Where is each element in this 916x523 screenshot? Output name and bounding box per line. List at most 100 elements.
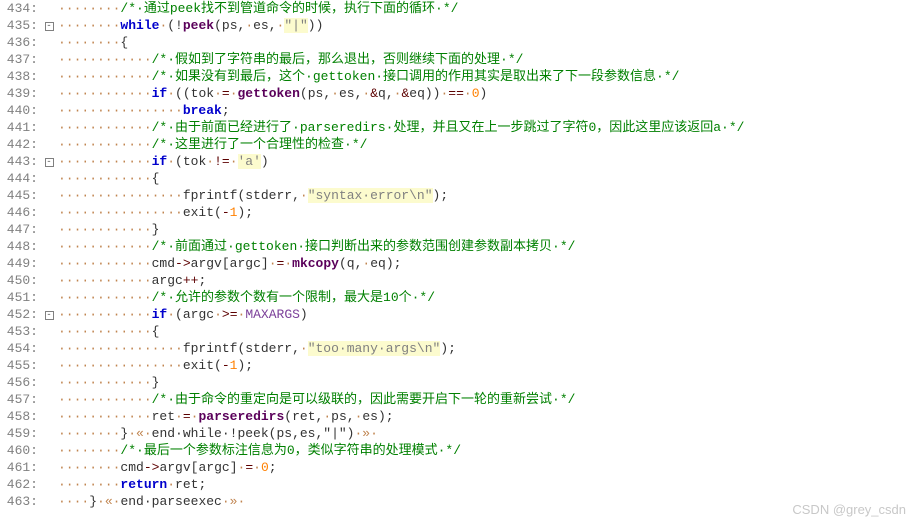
code-line[interactable]: ············/*·前面通过·gettoken·接口判断出来的参数范围…: [58, 238, 916, 255]
line-number: 441:: [0, 119, 42, 136]
token-id: tok: [191, 86, 214, 101]
token-punc: (: [175, 307, 183, 322]
indent: ········: [58, 477, 120, 492]
token-ws: ·: [245, 18, 253, 33]
token-op: ==: [448, 86, 464, 101]
fold-marker: [42, 238, 56, 255]
token-id: eq: [409, 86, 425, 101]
line-number: 462:: [0, 476, 42, 493]
indent: ········: [58, 1, 120, 16]
token-punc: }: [152, 222, 160, 237]
code-line[interactable]: ············/*·这里进行了一个合理性的检查·*/: [58, 136, 916, 153]
token-fn: gettoken: [238, 86, 300, 101]
line-number: 460:: [0, 442, 42, 459]
line-number: 448:: [0, 238, 42, 255]
code-line[interactable]: ················exit(-1);: [58, 357, 916, 374]
code-line[interactable]: ············/*·允许的参数个数有一个限制，最大是10个·*/: [58, 289, 916, 306]
fold-marker: [42, 272, 56, 289]
token-id: es: [362, 409, 378, 424]
code-line[interactable]: ············if·(tok·!=·'a'): [58, 153, 916, 170]
line-number: 435:: [0, 17, 42, 34]
code-line[interactable]: ················break;: [58, 102, 916, 119]
token-str: "too·many·args\n": [308, 341, 441, 356]
code-line[interactable]: ········/*·通过peek找不到管道命令的时候，执行下面的循环·*/: [58, 0, 916, 17]
fold-marker: [42, 357, 56, 374]
code-editor[interactable]: 434:435:436:437:438:439:440:441:442:443:…: [0, 0, 916, 510]
indent: ············: [58, 392, 152, 407]
token-id: ps: [331, 409, 347, 424]
token-ws: ·: [300, 188, 308, 203]
fold-marker[interactable]: -: [42, 306, 56, 323]
code-line[interactable]: ············}: [58, 374, 916, 391]
token-fn: mkcopy: [292, 256, 339, 271]
token-op: ++: [183, 273, 199, 288]
token-ws: ·: [300, 341, 308, 356]
fold-marker: [42, 255, 56, 272]
fold-marker[interactable]: -: [42, 153, 56, 170]
fold-gutter[interactable]: - - -: [42, 0, 56, 510]
token-punc: ;: [198, 273, 206, 288]
code-line[interactable]: ············/*·如果没有到最后，这个·gettoken·接口调用的…: [58, 68, 916, 85]
token-punc: ,: [269, 18, 277, 33]
code-line[interactable]: ············/*·假如到了字符串的最后，那么退出，否则继续下面的处理…: [58, 51, 916, 68]
token-punc: ,: [323, 86, 331, 101]
code-line[interactable]: ················fprintf(stderr,·"syntax·…: [58, 187, 916, 204]
token-fn: parseredirs: [198, 409, 284, 424]
comment: /*·这里进行了一个合理性的检查·*/: [152, 137, 368, 152]
code-line[interactable]: ················fprintf(stderr,·"too·man…: [58, 340, 916, 357]
code-line[interactable]: ············cmd->argv[argc]·=·mkcopy(q,·…: [58, 255, 916, 272]
token-ws: ·»·: [222, 494, 245, 509]
token-num: 0: [261, 460, 269, 475]
fold-marker: [42, 102, 56, 119]
token-punc: (: [300, 86, 308, 101]
token-punc: ): [480, 86, 488, 101]
token-punc: )): [425, 86, 441, 101]
fold-marker: [42, 374, 56, 391]
code-line[interactable]: ····}·«·end·parseexec·»·: [58, 493, 916, 510]
token-punc: );: [378, 409, 394, 424]
line-number: 443:: [0, 153, 42, 170]
indent: ················: [58, 341, 183, 356]
code-line[interactable]: ············if·(argc·>=·MAXARGS): [58, 306, 916, 323]
comment: /*·由于前面已经进行了·parseredirs·处理，并且又在上一步跳过了字符…: [152, 120, 745, 135]
token-punc: {: [120, 35, 128, 50]
fold-marker[interactable]: -: [42, 17, 56, 34]
line-number: 445:: [0, 187, 42, 204]
code-line[interactable]: ············/*·由于命令的重定向是可以级联的，因此需要开启下一轮的…: [58, 391, 916, 408]
code-line[interactable]: ········return·ret;: [58, 476, 916, 493]
token-punc: );: [386, 256, 402, 271]
fold-marker: [42, 204, 56, 221]
token-punc: ;: [222, 103, 230, 118]
code-line[interactable]: ············argc++;: [58, 272, 916, 289]
code-area[interactable]: ········/*·通过peek找不到管道命令的时候，执行下面的循环·*/··…: [56, 0, 916, 510]
indent: ············: [58, 290, 152, 305]
code-line[interactable]: ············}: [58, 221, 916, 238]
fold-marker: [42, 136, 56, 153]
token-ws: ·: [206, 154, 214, 169]
fold-marker: [42, 119, 56, 136]
fold-marker: [42, 391, 56, 408]
code-line[interactable]: ············{: [58, 170, 916, 187]
line-number: 461:: [0, 459, 42, 476]
indent: ········: [58, 460, 120, 475]
token-op: !=: [214, 154, 230, 169]
code-line[interactable]: ············ret·=·parseredirs(ret,·ps,·e…: [58, 408, 916, 425]
code-line[interactable]: ········}·«·end·while·!peek(ps,es,"|")·»…: [58, 425, 916, 442]
token-ws: ·: [464, 86, 472, 101]
code-line[interactable]: ············if·((tok·=·gettoken(ps,·es,·…: [58, 85, 916, 102]
code-line[interactable]: ········/*·最后一个参数标注信息为0，类似字符串的处理模式·*/: [58, 442, 916, 459]
token-ws: ·: [167, 86, 175, 101]
code-line[interactable]: ············/*·由于前面已经进行了·parseredirs·处理，…: [58, 119, 916, 136]
line-number: 457:: [0, 391, 42, 408]
code-line[interactable]: ········while·(!peek(ps,·es,·"|")): [58, 17, 916, 34]
code-line[interactable]: ········cmd->argv[argc]·=·0;: [58, 459, 916, 476]
indent: ········: [58, 426, 120, 441]
line-number: 451:: [0, 289, 42, 306]
token-punc: ]: [230, 460, 238, 475]
code-line[interactable]: ········{: [58, 34, 916, 51]
code-line[interactable]: ················exit(-1);: [58, 204, 916, 221]
fold-marker: [42, 0, 56, 17]
token-punc: ;: [198, 477, 206, 492]
code-line[interactable]: ············{: [58, 323, 916, 340]
token-punc: ]: [261, 256, 269, 271]
